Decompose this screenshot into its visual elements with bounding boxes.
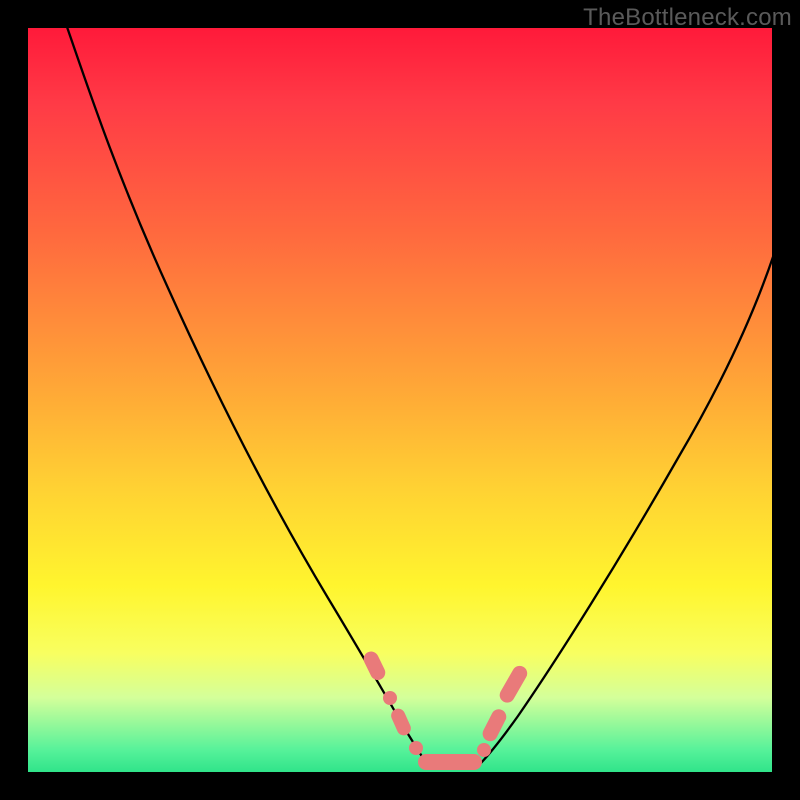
marker-right-upper-capsule [497,663,530,705]
plot-area [28,28,772,772]
marker-left-upper-capsule [361,649,388,683]
marker-flat-capsule [418,754,482,770]
marker-left-mid-dot [383,691,397,705]
marker-left-lower-capsule [389,706,413,737]
watermark-text: TheBottleneck.com [583,4,792,32]
marker-right-lower-capsule [480,707,509,744]
curve-right-branch [478,248,776,766]
chart-svg [28,28,772,772]
marker-left-bottom-dot [409,741,423,755]
marker-right-bottom-dot [477,743,491,757]
chart-frame: TheBottleneck.com [0,0,800,800]
